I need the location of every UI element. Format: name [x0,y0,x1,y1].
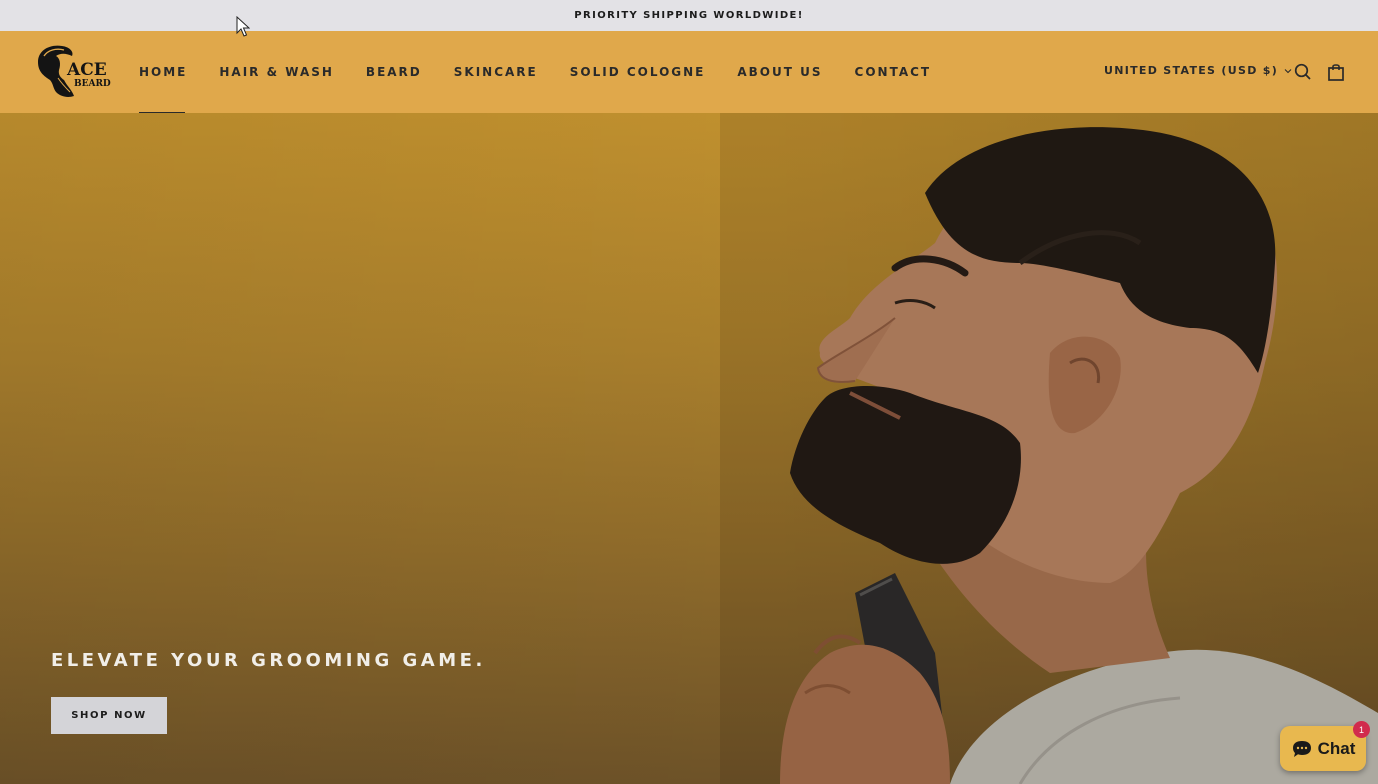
nav-beard[interactable]: BEARD [366,31,422,113]
search-icon[interactable] [1293,62,1313,82]
locale-label: UNITED STATES (USD $) [1104,64,1279,77]
announcement-bar: PRIORITY SHIPPING WORLDWIDE! [0,0,1378,31]
nav-solid-cologne[interactable]: SOLID COLOGNE [570,31,706,113]
shopping-bag-icon[interactable] [1326,62,1346,82]
nav-home[interactable]: HOME [139,31,187,113]
chat-widget-button[interactable]: Chat 1 [1280,721,1370,771]
chevron-down-icon [1284,68,1292,73]
chat-bubble-icon [1292,740,1311,757]
ace-beard-logo[interactable]: ACE BEARD [34,42,114,100]
nav-contact[interactable]: CONTACT [855,31,932,113]
announcement-text: PRIORITY SHIPPING WORLDWIDE! [574,10,804,21]
svg-text:ACE: ACE [66,60,107,80]
nav-hair-wash[interactable]: HAIR & WASH [219,31,334,113]
hero-heading: ELEVATE YOUR GROOMING GAME. [51,650,486,671]
nav-skincare[interactable]: SKINCARE [454,31,538,113]
shop-now-button[interactable]: SHOP NOW [51,697,167,734]
country-currency-selector[interactable]: UNITED STATES (USD $) [1104,64,1292,77]
chat-notification-badge: 1 [1353,721,1370,738]
hero-image-man-trimming-beard [720,113,1378,784]
logo-mark: ACE BEARD [38,45,111,97]
hero-banner: ELEVATE YOUR GROOMING GAME. SHOP NOW [0,113,1378,784]
chat-label: Chat [1317,738,1356,758]
nav-about-us[interactable]: ABOUT US [737,31,822,113]
main-nav: HOME HAIR & WASH BEARD SKINCARE SOLID CO… [139,31,963,113]
svg-text:BEARD: BEARD [74,79,111,89]
site-header: ACE BEARD HOME HAIR & WASH BEARD SKINCAR… [0,31,1378,113]
